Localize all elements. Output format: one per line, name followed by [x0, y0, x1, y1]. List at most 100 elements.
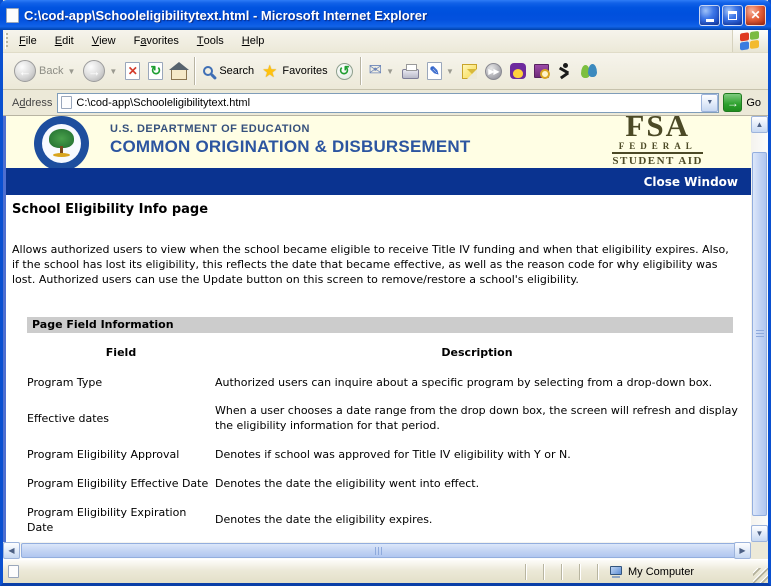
menu-favorites[interactable]: Favorites	[125, 30, 188, 52]
search-icon	[203, 66, 213, 76]
windows-flag-icon	[740, 30, 761, 52]
messenger-button[interactable]	[576, 61, 603, 81]
vertical-scrollbar[interactable]: ▲ ▼	[751, 116, 768, 542]
refresh-button[interactable]: ↻	[144, 60, 167, 82]
table-row-description: Authorized users can inquire about a spe…	[215, 376, 739, 391]
minimize-icon	[706, 19, 714, 22]
window-resize-grip[interactable]	[753, 568, 768, 583]
table-row-field: Effective dates	[27, 412, 215, 427]
search-label: Search	[219, 65, 254, 77]
my-computer-icon	[609, 566, 623, 578]
edit-dropdown-icon[interactable]: ▼	[446, 67, 454, 76]
horizontal-scroll-thumb[interactable]	[21, 543, 738, 558]
notes-button[interactable]	[458, 62, 481, 81]
table-row-field: Program Eligibility Expiration Date	[27, 506, 215, 536]
mail-button[interactable]: ✉ ▼	[365, 61, 398, 81]
page-title: School Eligibility Info page	[12, 202, 741, 217]
fsa-student-aid-text: STUDENT AID	[612, 155, 703, 167]
column-header-description: Description	[215, 346, 739, 359]
fsa-acronym: FSA	[612, 116, 703, 141]
toolbar-separator	[194, 57, 196, 85]
discuss-button[interactable]: ▶▶	[481, 61, 506, 82]
stop-icon: ✕	[125, 62, 140, 80]
status-main-pane	[8, 565, 509, 578]
menu-file[interactable]: File	[10, 30, 46, 52]
close-button[interactable]: ✕	[745, 5, 766, 26]
agency-name: U.S. DEPARTMENT OF EDUCATION	[110, 123, 470, 135]
back-button[interactable]: ← Back ▼	[10, 58, 79, 84]
research-book-icon	[534, 64, 549, 78]
cod-header-banner: U.S. DEPARTMENT OF EDUCATION COMMON ORIG…	[6, 116, 751, 168]
aim-button[interactable]	[553, 61, 576, 82]
address-value: C:\cod-app\Schooleligibilitytext.html	[76, 97, 697, 109]
go-button[interactable]: → Go	[719, 92, 766, 113]
mail-icon: ✉	[369, 63, 382, 79]
stop-button[interactable]: ✕	[121, 60, 144, 82]
page-intro-text: Allows authorized users to view when the…	[12, 243, 738, 288]
forward-button[interactable]: → ▼	[79, 58, 121, 84]
maximize-icon	[728, 11, 737, 20]
status-bar: My Computer	[3, 559, 768, 583]
flag-red	[740, 32, 749, 41]
aim-running-man-icon	[557, 63, 572, 80]
menu-tools[interactable]: Tools	[188, 30, 233, 52]
home-icon	[171, 69, 187, 80]
address-dropdown-button[interactable]: ▼	[701, 94, 718, 112]
maximize-button[interactable]	[722, 5, 743, 26]
menu-view[interactable]: View	[83, 30, 125, 52]
table-row-description: Denotes if school was approved for Title…	[215, 448, 739, 463]
vertical-scroll-thumb[interactable]	[752, 152, 767, 516]
forward-dropdown-icon[interactable]: ▼	[109, 67, 117, 76]
fsa-logo: FSA FEDERAL STUDENT AID	[612, 116, 703, 167]
history-button[interactable]: ↺	[332, 61, 357, 82]
back-dropdown-icon[interactable]: ▼	[67, 67, 75, 76]
refresh-icon: ↻	[148, 62, 163, 80]
window-titlebar[interactable]: C:\cod-app\Schooleligibilitytext.html - …	[0, 0, 771, 30]
standard-buttons-toolbar: ← Back ▼ → ▼ ✕ ↻ Search ★ Favorites ↺ ✉ …	[3, 53, 768, 90]
flag-yellow	[750, 39, 759, 48]
flag-green	[750, 30, 759, 39]
home-button[interactable]	[167, 61, 191, 82]
ie-window: C:\cod-app\Schooleligibilitytext.html - …	[0, 0, 771, 586]
menu-edit[interactable]: Edit	[46, 30, 83, 52]
sticky-note-icon	[462, 64, 477, 79]
browser-viewport: U.S. DEPARTMENT OF EDUCATION COMMON ORIG…	[3, 116, 768, 542]
menu-help[interactable]: Help	[233, 30, 274, 52]
favorites-button[interactable]: ★ Favorites	[258, 61, 332, 82]
minimize-button[interactable]	[699, 5, 720, 26]
scroll-up-button[interactable]: ▲	[751, 116, 768, 133]
ie-page-icon	[6, 8, 19, 23]
dept-of-education-seal	[34, 116, 89, 168]
scroll-down-button[interactable]: ▼	[751, 525, 768, 542]
table-row-description: When a user chooses a date range from th…	[215, 404, 739, 434]
print-button[interactable]	[398, 61, 423, 81]
search-button[interactable]: Search	[199, 63, 258, 79]
table-row-description: Denotes the date the eligibility went in…	[215, 477, 739, 492]
scroll-left-button[interactable]: ◀	[3, 542, 20, 559]
fields-table: Field Description Program Type Authorize…	[27, 346, 741, 536]
edit-button[interactable]: ✎ ▼	[423, 60, 458, 82]
security-zone-label: My Computer	[628, 566, 694, 578]
printer-icon	[402, 69, 419, 79]
research-button[interactable]	[530, 62, 553, 80]
security-zone-pane: My Computer	[599, 566, 751, 578]
flag-blue	[740, 41, 749, 50]
address-input[interactable]: C:\cod-app\Schooleligibilitytext.html ▼	[57, 93, 719, 113]
scrollbar-corner	[751, 542, 768, 559]
close-window-link[interactable]: Close Window	[644, 175, 738, 189]
yahoo-messenger-icon	[510, 63, 526, 79]
windows-messenger-icon	[580, 63, 599, 79]
page-content: School Eligibility Info page Allows auth…	[6, 195, 751, 535]
yahoo-messenger-button[interactable]	[506, 61, 530, 81]
page-nav-bar: Close Window	[6, 168, 751, 195]
fsa-federal-text: FEDERAL	[612, 141, 703, 154]
discuss-icon: ▶▶	[485, 63, 502, 80]
window-title: C:\cod-app\Schooleligibilitytext.html - …	[24, 8, 697, 23]
scroll-right-button[interactable]: ▶	[734, 542, 751, 559]
mail-dropdown-icon[interactable]: ▼	[386, 67, 394, 76]
address-bar: Address C:\cod-app\Schooleligibilitytext…	[3, 90, 768, 116]
status-page-icon	[8, 565, 19, 578]
horizontal-scrollbar[interactable]: ◀ ▶	[3, 542, 768, 559]
menubar-grip[interactable]	[5, 33, 8, 49]
forward-arrow-icon: →	[83, 60, 105, 82]
